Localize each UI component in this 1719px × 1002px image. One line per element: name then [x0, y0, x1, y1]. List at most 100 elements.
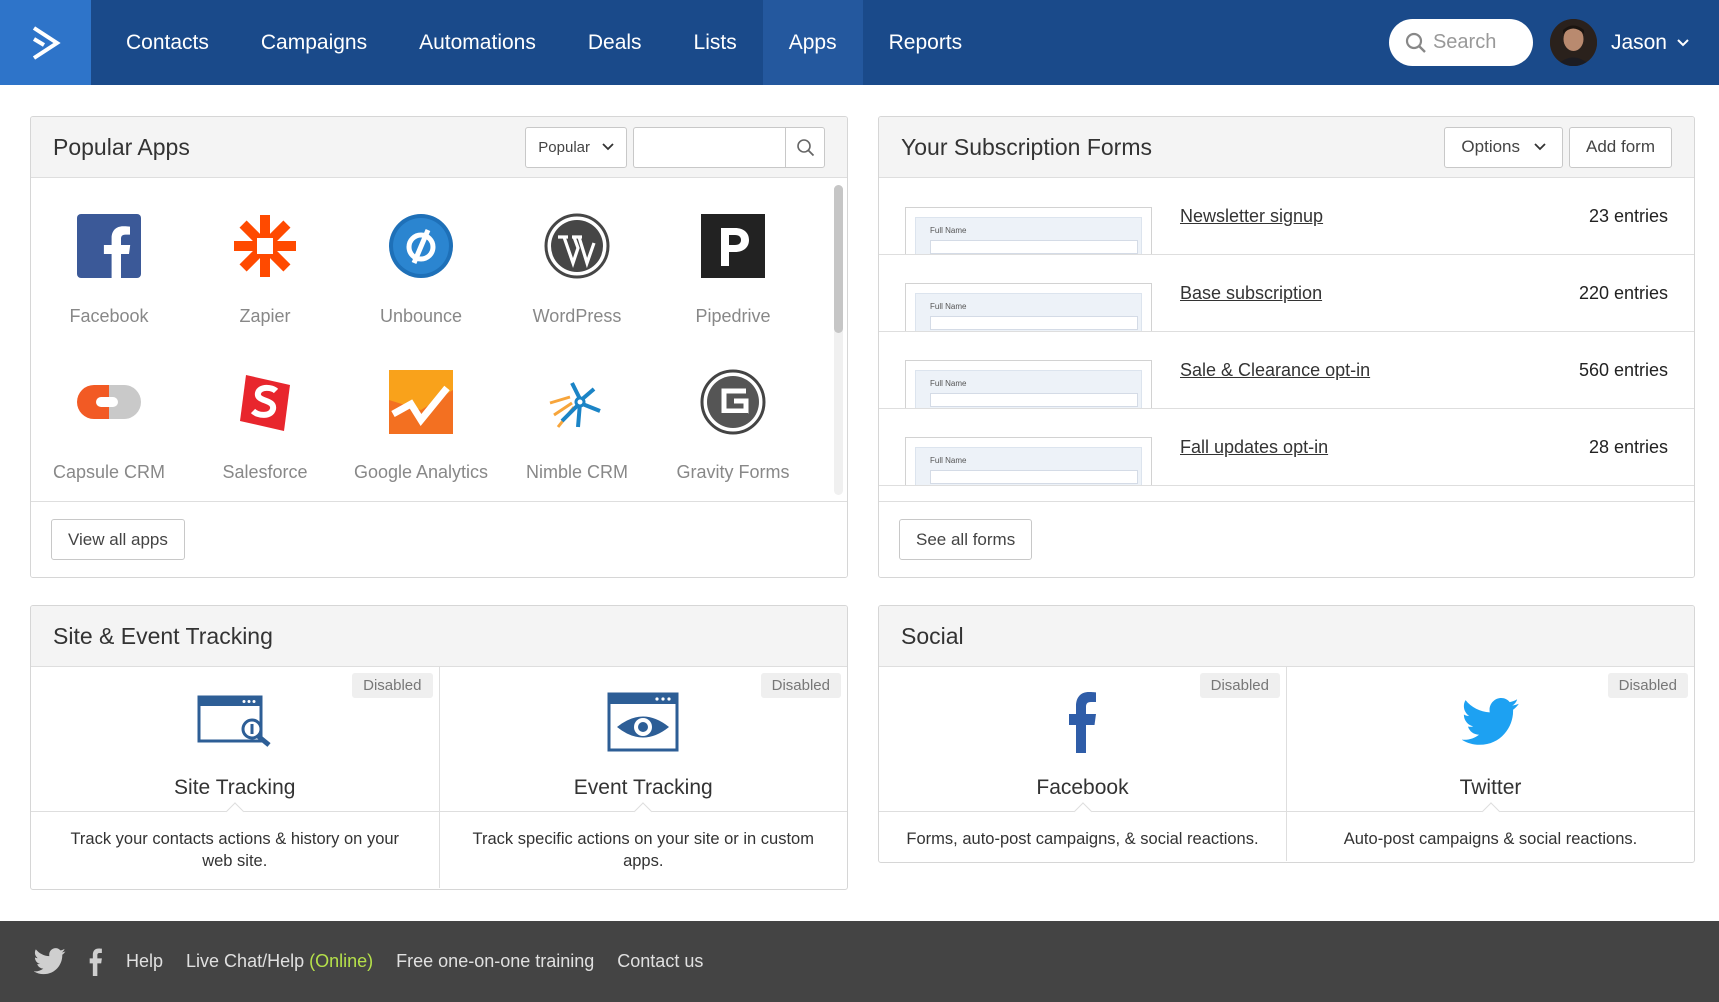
- app-gravity-forms[interactable]: Gravity Forms: [655, 335, 811, 491]
- form-thumbnail[interactable]: Full Name: [905, 283, 1152, 331]
- app-zapier[interactable]: Zapier: [187, 179, 343, 335]
- app-label: WordPress: [532, 306, 622, 326]
- see-all-forms-button[interactable]: See all forms: [899, 519, 1033, 560]
- form-entries-count: 28 entries: [1588, 436, 1668, 457]
- app-unbounce[interactable]: Unbounce: [343, 179, 499, 335]
- footer-contact-link[interactable]: Contact us: [617, 951, 703, 972]
- form-name-link[interactable]: Sale & Clearance opt-in: [1180, 360, 1370, 381]
- nav-right: Search Jason: [1388, 19, 1719, 66]
- nav-apps[interactable]: Apps: [762, 0, 863, 85]
- facebook-social-card[interactable]: Disabled Facebook Forms, auto-post campa…: [879, 667, 1287, 861]
- form-row[interactable]: Full Name Fall updates opt-in 28 entries: [879, 409, 1694, 486]
- online-status: (Online): [309, 951, 374, 971]
- chevron-down-icon: [1534, 143, 1546, 151]
- form-thumbnail[interactable]: Full Name: [905, 207, 1152, 254]
- card-description: Track your contacts actions & history on…: [70, 830, 400, 870]
- logo[interactable]: [0, 0, 91, 85]
- chevron-down-icon[interactable]: [1677, 38, 1689, 47]
- search-icon: [796, 138, 814, 156]
- site-tracking-icon: [197, 689, 273, 755]
- card-description: Track specific actions on your site or i…: [472, 830, 814, 870]
- tracking-title: Site & Event Tracking: [53, 622, 273, 649]
- app-google-analytics[interactable]: Google Analytics: [343, 335, 499, 491]
- card-title: Facebook: [1036, 776, 1129, 799]
- form-thumbnail[interactable]: Full Name: [905, 437, 1152, 485]
- card-title: Site Tracking: [174, 776, 296, 799]
- card-top: Disabled Facebook: [879, 667, 1286, 812]
- search-placeholder: Search: [1432, 31, 1497, 53]
- form-row[interactable]: Full Name Newsletter signup 23 entries: [879, 179, 1694, 255]
- nav-campaigns[interactable]: Campaigns: [235, 0, 393, 85]
- nav-reports[interactable]: Reports: [863, 0, 989, 85]
- popular-apps-panel: Popular Apps Popular Facebook Zapier Unb…: [30, 116, 848, 578]
- card-top: Disabled Twitter: [1287, 667, 1694, 812]
- facebook-icon[interactable]: [88, 947, 104, 976]
- form-entries-count: 23 entries: [1588, 206, 1668, 226]
- form-thumb-label: Full Name: [930, 226, 967, 235]
- footer-training-link[interactable]: Free one-on-one training: [396, 951, 594, 972]
- site-tracking-card[interactable]: Disabled Site Tracking Track your contac…: [31, 667, 440, 888]
- app-capsule-crm[interactable]: Capsule CRM: [31, 335, 187, 491]
- tracking-header: Site & Event Tracking: [31, 606, 847, 667]
- form-name-link[interactable]: Base subscription: [1180, 283, 1322, 304]
- zapier-app-icon: [232, 213, 298, 279]
- app-label: Capsule CRM: [52, 462, 166, 482]
- app-wordpress[interactable]: WordPress: [499, 179, 655, 335]
- options-button[interactable]: Options: [1444, 126, 1564, 168]
- app-search-input[interactable]: [633, 126, 785, 168]
- app-label: Salesforce: [222, 462, 308, 482]
- footer: Help Live Chat/Help (Online) Free one-on…: [0, 921, 1719, 1002]
- user-photo-icon: [1549, 19, 1597, 66]
- tracking-cards: Disabled Site Tracking Track your contac…: [31, 667, 847, 888]
- event-tracking-card[interactable]: Disabled Event Tracking Track specific a…: [439, 667, 847, 888]
- search-input[interactable]: Search: [1388, 19, 1533, 66]
- form-thumb-label: Full Name: [930, 456, 967, 465]
- chevron-down-icon: [602, 143, 614, 151]
- unbounce-app-icon: [388, 213, 454, 279]
- form-row[interactable]: Full Name Base subscription 220 entries: [879, 255, 1694, 332]
- footer-live-chat-link[interactable]: Live Chat/Help (Online): [186, 951, 373, 972]
- form-row[interactable]: Full Name Sale & Clearance opt-in 560 en…: [879, 332, 1694, 409]
- form-name-link[interactable]: Fall updates opt-in: [1180, 437, 1328, 458]
- user-name[interactable]: Jason: [1611, 31, 1667, 55]
- app-pipedrive[interactable]: Pipedrive: [655, 179, 811, 335]
- social-cards: Disabled Facebook Forms, auto-post campa…: [879, 667, 1694, 861]
- twitter-icon[interactable]: [34, 948, 66, 975]
- app-salesforce[interactable]: Salesforce: [187, 335, 343, 491]
- app-nimble-crm[interactable]: Nimble CRM: [499, 335, 655, 491]
- event-tracking-icon: [607, 689, 679, 755]
- form-thumb-field: [930, 316, 1138, 330]
- form-thumb-label: Full Name: [930, 379, 967, 388]
- app-label: Unbounce: [379, 306, 463, 326]
- view-all-apps-button[interactable]: View all apps: [51, 519, 185, 560]
- popular-filter-select[interactable]: Popular: [525, 126, 627, 168]
- scrollbar-thumb[interactable]: [834, 185, 843, 333]
- app-search: [633, 126, 825, 168]
- nav-contacts[interactable]: Contacts: [100, 0, 235, 85]
- card-title: Twitter: [1459, 776, 1522, 799]
- tracking-panel: Site & Event Tracking Disabled Site Trac…: [30, 605, 848, 890]
- form-thumbnail[interactable]: Full Name: [905, 360, 1152, 408]
- popular-apps-header: Popular Apps Popular: [31, 117, 847, 178]
- form-list: Full Name Newsletter signup 23 entries F…: [879, 179, 1694, 502]
- apps-scrollbar[interactable]: [834, 185, 843, 495]
- twitter-social-card[interactable]: Disabled Twitter Auto-post campaigns & s…: [1287, 667, 1694, 861]
- app-search-button[interactable]: [785, 126, 825, 168]
- app-label: Pipedrive: [695, 306, 771, 326]
- card-title: Event Tracking: [573, 776, 713, 799]
- form-name-link[interactable]: Newsletter signup: [1180, 206, 1323, 227]
- nav-deals[interactable]: Deals: [562, 0, 668, 85]
- subscription-forms-title: Your Subscription Forms: [901, 133, 1152, 160]
- salesforce-app-icon: [232, 369, 298, 435]
- options-label: Options: [1461, 137, 1521, 156]
- avatar[interactable]: [1549, 19, 1597, 66]
- add-form-button[interactable]: Add form: [1569, 126, 1672, 168]
- card-top: Disabled Event Tracking: [439, 667, 847, 812]
- app-facebook[interactable]: Facebook: [31, 179, 187, 335]
- footer-help-link[interactable]: Help: [126, 951, 163, 972]
- nav-lists[interactable]: Lists: [668, 0, 763, 85]
- form-thumbnail-preview: Full Name: [915, 447, 1142, 485]
- nav-automations[interactable]: Automations: [393, 0, 562, 85]
- twitter-icon: [1461, 689, 1520, 755]
- form-entries-count: 560 entries: [1578, 359, 1668, 380]
